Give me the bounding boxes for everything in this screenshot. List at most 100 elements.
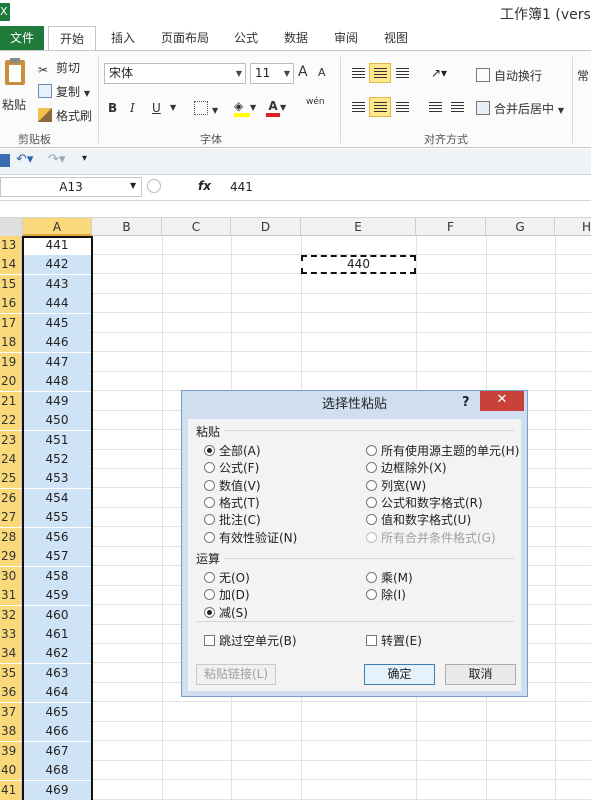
paste-option-radio[interactable]: 批注(C) (204, 511, 261, 528)
row-header[interactable]: 30 (0, 566, 22, 586)
font-color-button[interactable]: A ▼ (266, 99, 286, 117)
tab-view[interactable]: 视图 (374, 26, 418, 50)
font-size-combo[interactable]: 11 ▼ (250, 63, 294, 84)
cut-button[interactable]: ✂ 剪切 (38, 59, 80, 77)
ok-button[interactable]: 确定 (364, 664, 435, 685)
align-center-button[interactable] (369, 97, 391, 117)
tab-home[interactable]: 开始 (48, 26, 96, 51)
row-header[interactable]: 40 (0, 761, 22, 781)
select-all-corner[interactable] (0, 218, 23, 236)
row-header[interactable]: 26 (0, 488, 22, 508)
cancel-button[interactable]: 取消 (445, 664, 516, 685)
chevron-down-icon[interactable]: ▼ (130, 181, 136, 190)
operation-option-radio[interactable]: 减(S) (204, 604, 248, 621)
undo-icon[interactable]: ↶▾ (16, 152, 33, 167)
row-header[interactable]: 14 (0, 255, 22, 275)
close-button[interactable]: ✕ (480, 391, 524, 411)
paste-option-radio[interactable]: 格式(T) (204, 494, 260, 511)
row-header[interactable]: 18 (0, 333, 22, 353)
operation-option-radio[interactable]: 无(O) (204, 569, 250, 586)
shrink-font-button[interactable]: A (318, 66, 326, 79)
row-header[interactable]: 23 (0, 430, 22, 450)
skip-blanks-checkbox[interactable]: 跳过空单元(B) (204, 632, 297, 649)
align-left-button[interactable] (347, 97, 369, 117)
merge-center-button[interactable]: 合并后居中 ▼ (476, 100, 564, 117)
column-header-h[interactable]: H (555, 218, 591, 236)
tab-formulas[interactable]: 公式 (224, 26, 268, 50)
paste-button[interactable]: 粘贴 (2, 57, 30, 117)
fx-icon[interactable]: fx (198, 179, 211, 193)
row-header[interactable]: 17 (0, 313, 22, 333)
row-header[interactable]: 36 (0, 683, 22, 703)
row-header[interactable]: 15 (0, 274, 22, 294)
align-right-button[interactable] (391, 97, 413, 117)
column-header-d[interactable]: D (231, 218, 301, 236)
bold-button[interactable]: B (108, 101, 117, 115)
tab-review[interactable]: 审阅 (324, 26, 368, 50)
paste-option-radio[interactable]: 边框除外(X) (366, 459, 447, 476)
row-header[interactable]: 27 (0, 508, 22, 528)
row-header[interactable]: 16 (0, 294, 22, 314)
row-header[interactable]: 21 (0, 391, 22, 411)
font-name-combo[interactable]: 宋体 ▼ (104, 63, 246, 84)
increase-indent-button[interactable] (446, 97, 468, 117)
paste-option-radio[interactable]: 值和数字格式(U) (366, 511, 471, 528)
phonetic-button[interactable]: wén (306, 97, 325, 107)
column-header-b[interactable]: B (92, 218, 162, 236)
row-header[interactable]: 34 (0, 644, 22, 664)
column-header-a[interactable]: A (23, 218, 92, 236)
chevron-down-icon[interactable]: ▼ (170, 103, 176, 112)
operation-option-radio[interactable]: 乘(M) (366, 569, 413, 586)
row-header[interactable]: 19 (0, 352, 22, 372)
paste-link-button[interactable]: 粘贴链接(L) (196, 664, 276, 685)
borders-button[interactable]: ▼ (194, 101, 218, 116)
wrap-text-button[interactable]: 自动换行 (476, 67, 542, 84)
column-header-g[interactable]: G (486, 218, 555, 236)
transpose-checkbox[interactable]: 转置(E) (366, 632, 422, 649)
row-header[interactable]: 29 (0, 547, 22, 567)
name-box[interactable]: A13 (0, 177, 142, 197)
operation-option-radio[interactable]: 加(D) (204, 586, 250, 603)
paste-option-radio[interactable]: 所有使用源主题的单元(H) (366, 442, 519, 459)
help-button[interactable]: ? (462, 395, 470, 410)
fill-color-button[interactable]: ◈ ▼ (234, 99, 256, 117)
row-header[interactable]: 38 (0, 722, 22, 742)
tab-file[interactable]: 文件 (0, 26, 44, 50)
italic-button[interactable]: I (130, 101, 135, 115)
align-bottom-button[interactable] (391, 63, 413, 83)
tab-insert[interactable]: 插入 (100, 26, 146, 50)
row-header[interactable]: 22 (0, 411, 22, 431)
row-header[interactable]: 24 (0, 449, 22, 469)
tab-page-layout[interactable]: 页面布局 (152, 26, 218, 50)
align-top-button[interactable] (347, 63, 369, 83)
row-header[interactable]: 31 (0, 586, 22, 606)
row-header[interactable]: 20 (0, 372, 22, 392)
number-format-combo[interactable]: 常 (577, 67, 589, 84)
row-header[interactable]: 39 (0, 741, 22, 761)
row-header[interactable]: 35 (0, 663, 22, 683)
row-header[interactable]: 33 (0, 625, 22, 644)
copied-cell-e14[interactable]: 440 (301, 255, 416, 274)
paste-option-radio[interactable]: 数值(V) (204, 477, 261, 494)
row-header[interactable]: 37 (0, 702, 22, 722)
row-header[interactable]: 13 (0, 236, 22, 255)
paste-option-radio[interactable]: 公式(F) (204, 459, 259, 476)
tab-data[interactable]: 数据 (274, 26, 318, 50)
customize-toolbar-icon[interactable]: ▾ (82, 153, 87, 164)
paste-option-radio[interactable]: 公式和数字格式(R) (366, 494, 483, 511)
operation-option-radio[interactable]: 除(I) (366, 586, 406, 603)
formula-value[interactable]: 441 (230, 180, 253, 194)
row-header[interactable]: 25 (0, 469, 22, 489)
column-header-c[interactable]: C (162, 218, 231, 236)
redo-icon[interactable]: ↷▾ (48, 152, 65, 167)
column-header-e[interactable]: E (301, 218, 416, 236)
copy-button[interactable]: 复制 ▼ (38, 83, 90, 100)
decrease-indent-button[interactable] (424, 97, 446, 117)
orientation-button[interactable]: ↗▾ (424, 63, 454, 83)
save-icon[interactable] (0, 154, 10, 167)
column-header-f[interactable]: F (416, 218, 486, 236)
paste-option-radio[interactable]: 列宽(W) (366, 477, 426, 494)
row-header[interactable]: 32 (0, 605, 22, 625)
underline-button[interactable]: U (152, 101, 161, 115)
paste-option-radio[interactable]: 全部(A) (204, 442, 261, 459)
